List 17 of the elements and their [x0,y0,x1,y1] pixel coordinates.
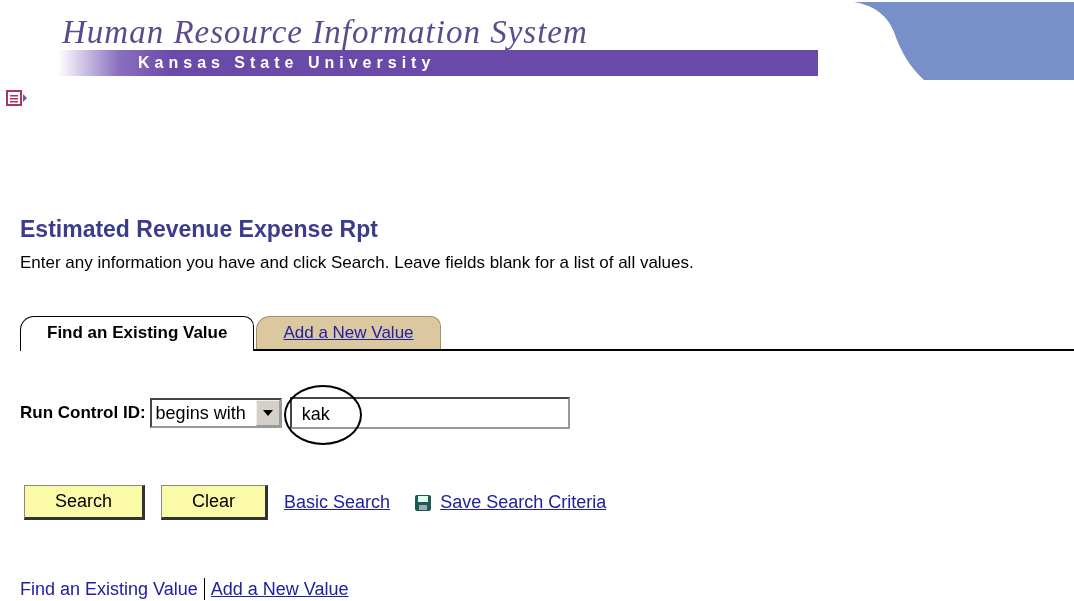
university-banner: Kansas State University [58,50,818,76]
link[interactable]: Basic Search [284,492,391,513]
action-button[interactable]: Search [24,485,146,520]
system-title: Human Resource Information System [60,14,589,50]
input-field[interactable]: kak [289,397,570,429]
dropdown-arrow-icon [262,410,273,416]
footer-link[interactable]: Find an Existing Value [20,578,198,600]
menu-icon[interactable] [6,90,28,108]
tab[interactable]: Add a New Value [256,316,441,349]
operator-dropdown[interactable]: begins with [149,398,282,428]
footer-link[interactable]: Add a New Value [210,578,349,600]
action-button[interactable]: Clear [161,485,269,520]
link[interactable]: Save Search Criteria [440,492,607,513]
instructions: Enter any information you have and click Search. Leave fields blank for a list of all values. [20,253,695,273]
tab[interactable]: Find an Existing Value [20,316,255,351]
field-label: Run Control ID: [20,403,146,423]
page-title: Estimated Revenue Expense Rpt [20,216,379,243]
